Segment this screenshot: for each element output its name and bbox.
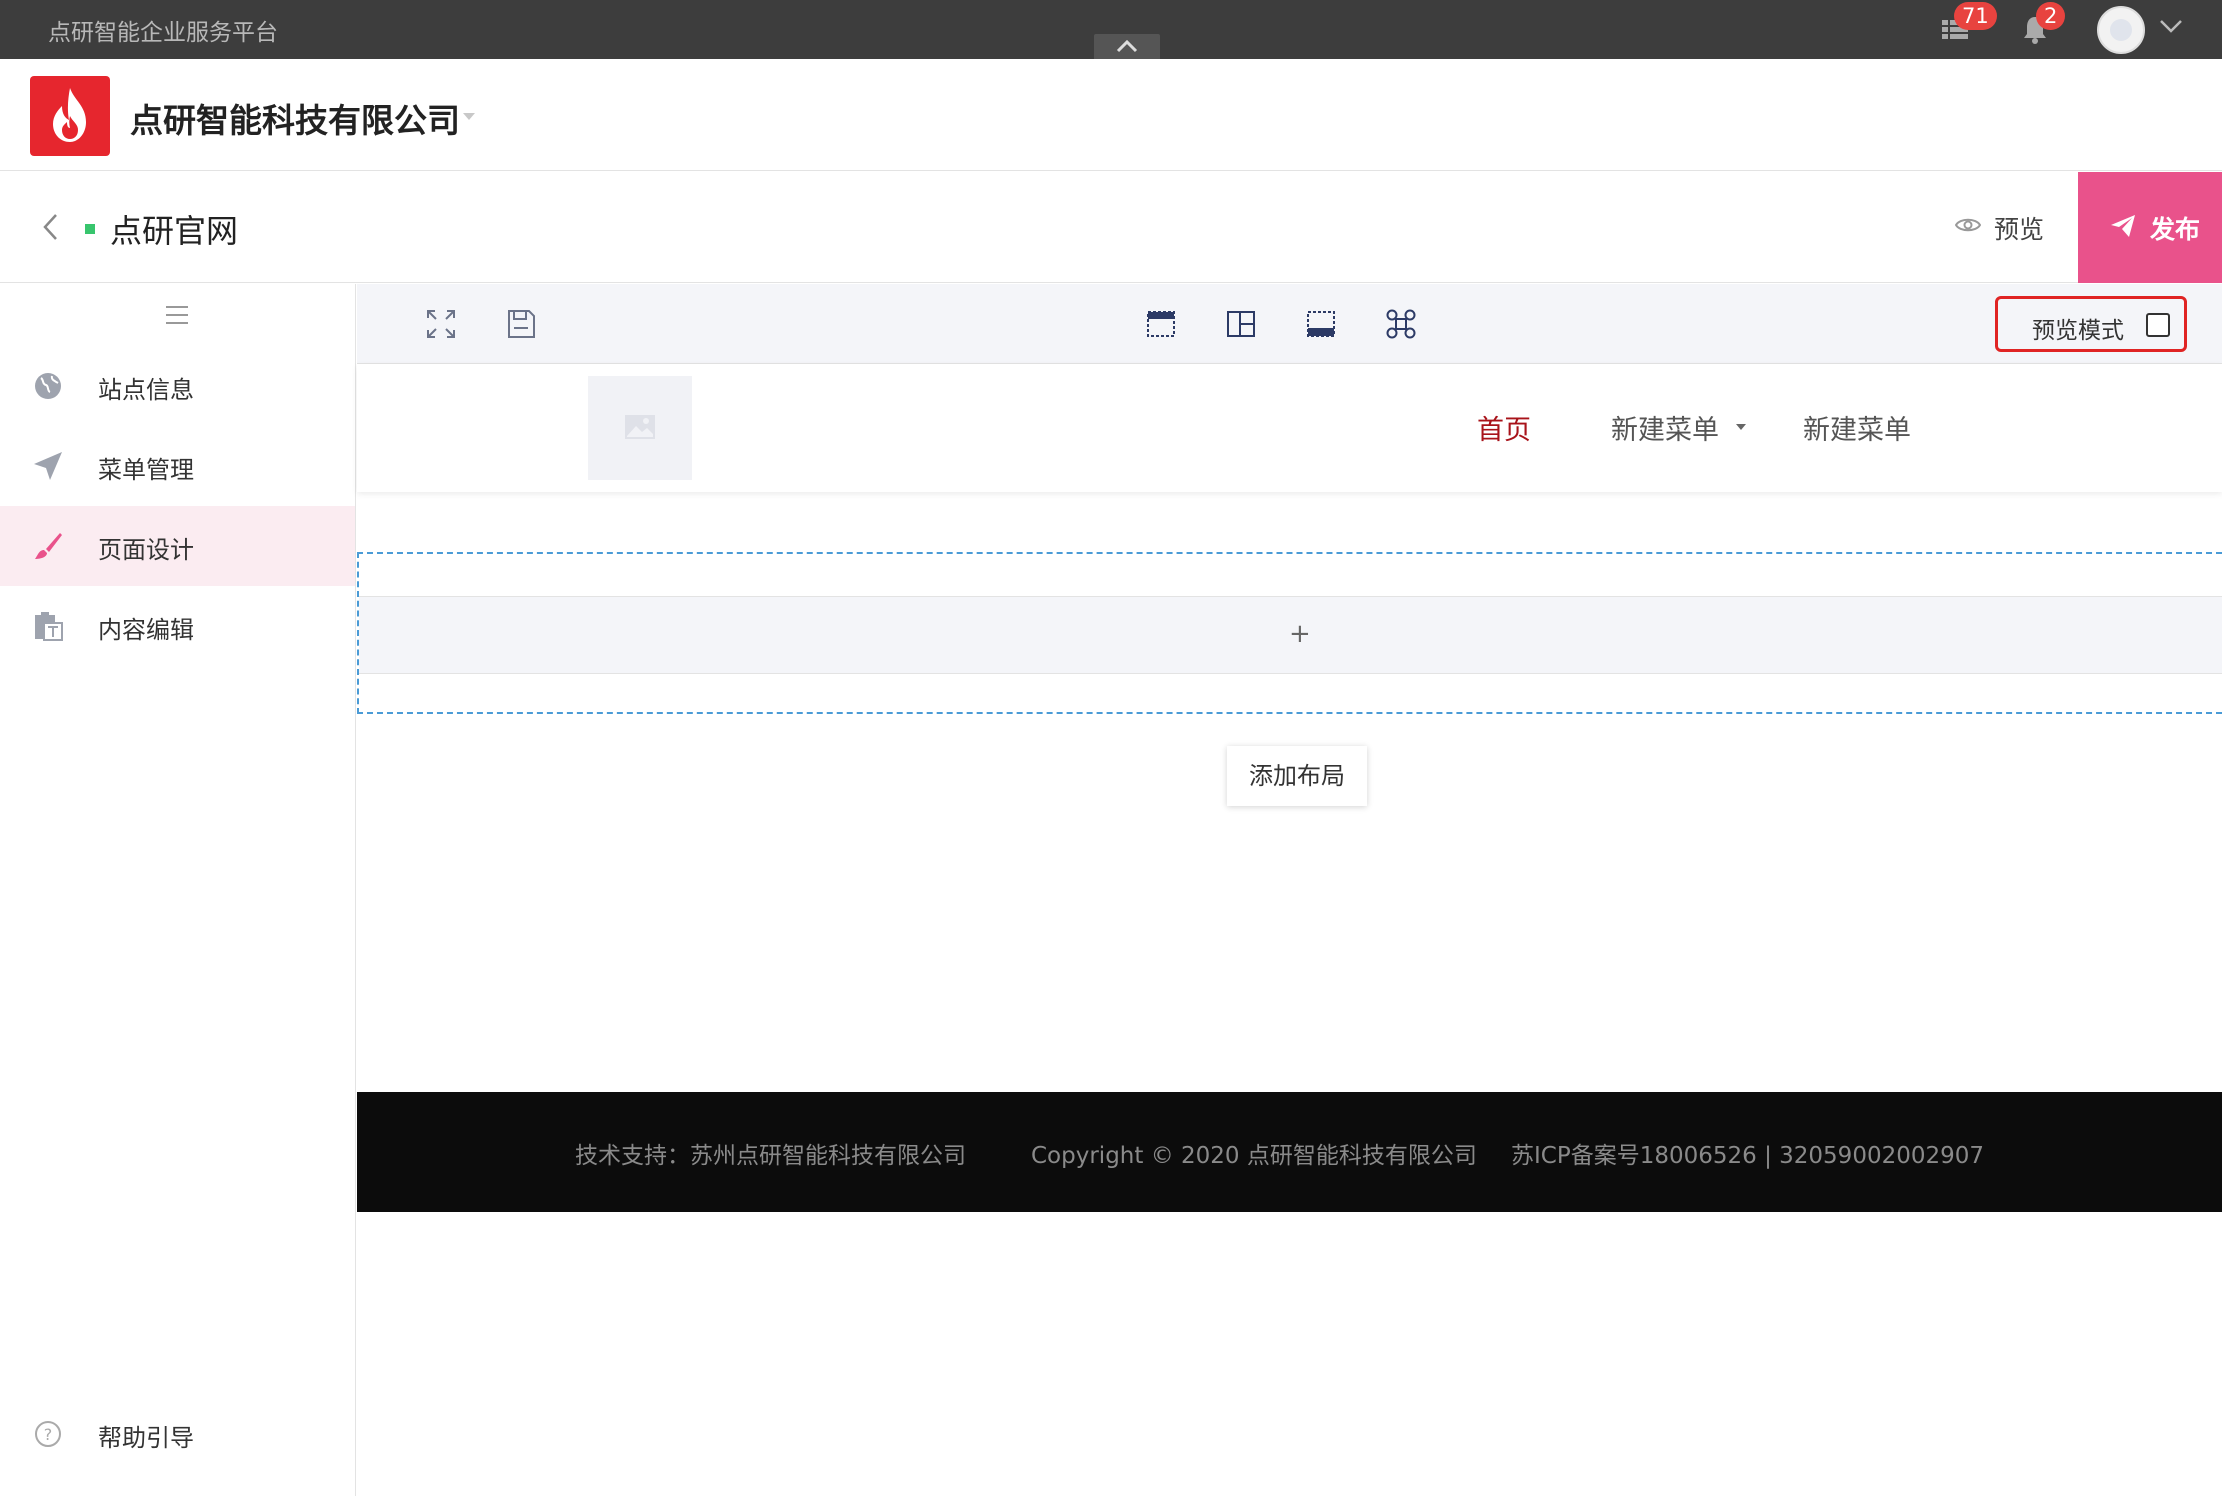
add-layout-button[interactable]: 添加布局 bbox=[1227, 746, 1367, 806]
eye-icon[interactable] bbox=[1955, 216, 1981, 234]
caret-down-icon[interactable] bbox=[1734, 422, 1748, 432]
brush-icon bbox=[35, 533, 62, 559]
notifications-count-badge: 2 bbox=[2036, 2, 2066, 30]
company-bar: 点研智能科技有限公司 bbox=[0, 59, 2222, 171]
plus-icon[interactable]: + bbox=[1289, 619, 1311, 649]
layout-drop-zone[interactable]: + bbox=[357, 552, 2222, 714]
site-nav-item[interactable]: 新建菜单 bbox=[1803, 408, 1911, 447]
preview-mode-toggle[interactable]: 预览模式 bbox=[1995, 296, 2187, 352]
sidebar-item-menu-manage[interactable]: 菜单管理 bbox=[0, 426, 355, 506]
fullscreen-icon[interactable] bbox=[423, 306, 459, 342]
publish-label: 发布 bbox=[2150, 215, 2201, 244]
collapse-header-button[interactable] bbox=[1094, 34, 1160, 59]
platform-title: 点研智能企业服务平台 bbox=[48, 20, 278, 46]
company-name[interactable]: 点研智能科技有限公司 bbox=[130, 94, 460, 142]
footer-icp-text: 苏ICP备案号18006526 | 32059002002907 bbox=[1511, 1143, 1985, 1169]
publish-button[interactable]: 发布 bbox=[2078, 172, 2222, 283]
globe-icon bbox=[35, 373, 61, 399]
help-guide-link[interactable]: ? 帮助引导 bbox=[0, 1404, 355, 1464]
paper-plane-icon bbox=[34, 452, 62, 480]
header-layout-icon[interactable] bbox=[1143, 306, 1179, 342]
command-icon[interactable] bbox=[1383, 306, 1419, 342]
question-circle-icon: ? bbox=[35, 1421, 61, 1447]
site-footer-preview[interactable]: 技术支持：苏州点研智能科技有限公司 Copyright © 2020 点研智能科… bbox=[357, 1092, 2222, 1212]
status-dot bbox=[85, 224, 95, 234]
footer-layout-icon[interactable] bbox=[1303, 306, 1339, 342]
sidebar-item-label: 菜单管理 bbox=[98, 456, 194, 484]
clipboard-text-icon bbox=[35, 612, 63, 641]
chevron-up-icon bbox=[1116, 39, 1138, 53]
platform-topbar: 点研智能企业服务平台 71 2 bbox=[0, 0, 2222, 59]
site-nav-item[interactable]: 新建菜单 bbox=[1611, 408, 1719, 447]
avatar[interactable] bbox=[2097, 6, 2145, 54]
site-header-preview[interactable]: 首页 新建菜单 新建菜单 bbox=[357, 364, 2222, 492]
preview-mode-checkbox[interactable] bbox=[2146, 313, 2170, 337]
save-icon[interactable] bbox=[503, 306, 539, 342]
page-title: 点研官网 bbox=[110, 212, 239, 250]
preview-mode-label: 预览模式 bbox=[2032, 318, 2124, 344]
sidebar: 站点信息 菜单管理 页面设计 内容编辑 ? 帮助引导 bbox=[0, 284, 356, 1496]
footer-copyright-text: Copyright © 2020 点研智能科技有限公司 bbox=[1031, 1143, 1477, 1169]
page-header: 点研官网 预览 发布 bbox=[0, 172, 2222, 283]
image-icon bbox=[625, 415, 655, 439]
chevron-down-icon[interactable] bbox=[2158, 18, 2184, 34]
sidebar-item-label: 内容编辑 bbox=[98, 616, 194, 644]
column-layout-icon[interactable] bbox=[1223, 306, 1259, 342]
help-guide-label: 帮助引导 bbox=[98, 1424, 194, 1452]
menu-toggle-icon[interactable] bbox=[164, 304, 190, 326]
sidebar-item-content-edit[interactable]: 内容编辑 bbox=[0, 586, 355, 666]
sidebar-item-site-info[interactable]: 站点信息 bbox=[0, 346, 355, 426]
add-block-area[interactable]: + bbox=[359, 596, 2222, 674]
back-arrow-icon[interactable] bbox=[40, 212, 60, 242]
apps-count-badge: 71 bbox=[1954, 2, 1997, 30]
site-nav-home[interactable]: 首页 bbox=[1477, 408, 1531, 447]
preview-button[interactable]: 预览 bbox=[1994, 210, 2044, 246]
editor-toolbar: 预览模式 bbox=[357, 284, 2222, 364]
sidebar-item-page-design[interactable]: 页面设计 bbox=[0, 506, 355, 586]
sidebar-item-label: 站点信息 bbox=[98, 376, 194, 404]
design-canvas: 首页 新建菜单 新建菜单 + 添加布局 技术支持：苏州点研智能科技有限公司 Co… bbox=[357, 364, 2222, 1496]
flame-logo-icon bbox=[30, 76, 110, 156]
send-icon bbox=[2111, 215, 2135, 237]
caret-down-icon[interactable] bbox=[462, 111, 476, 121]
sidebar-item-label: 页面设计 bbox=[98, 536, 194, 564]
footer-support-text: 技术支持：苏州点研智能科技有限公司 bbox=[575, 1143, 966, 1169]
svg-text:?: ? bbox=[44, 1425, 53, 1444]
site-logo-placeholder[interactable] bbox=[588, 376, 692, 480]
